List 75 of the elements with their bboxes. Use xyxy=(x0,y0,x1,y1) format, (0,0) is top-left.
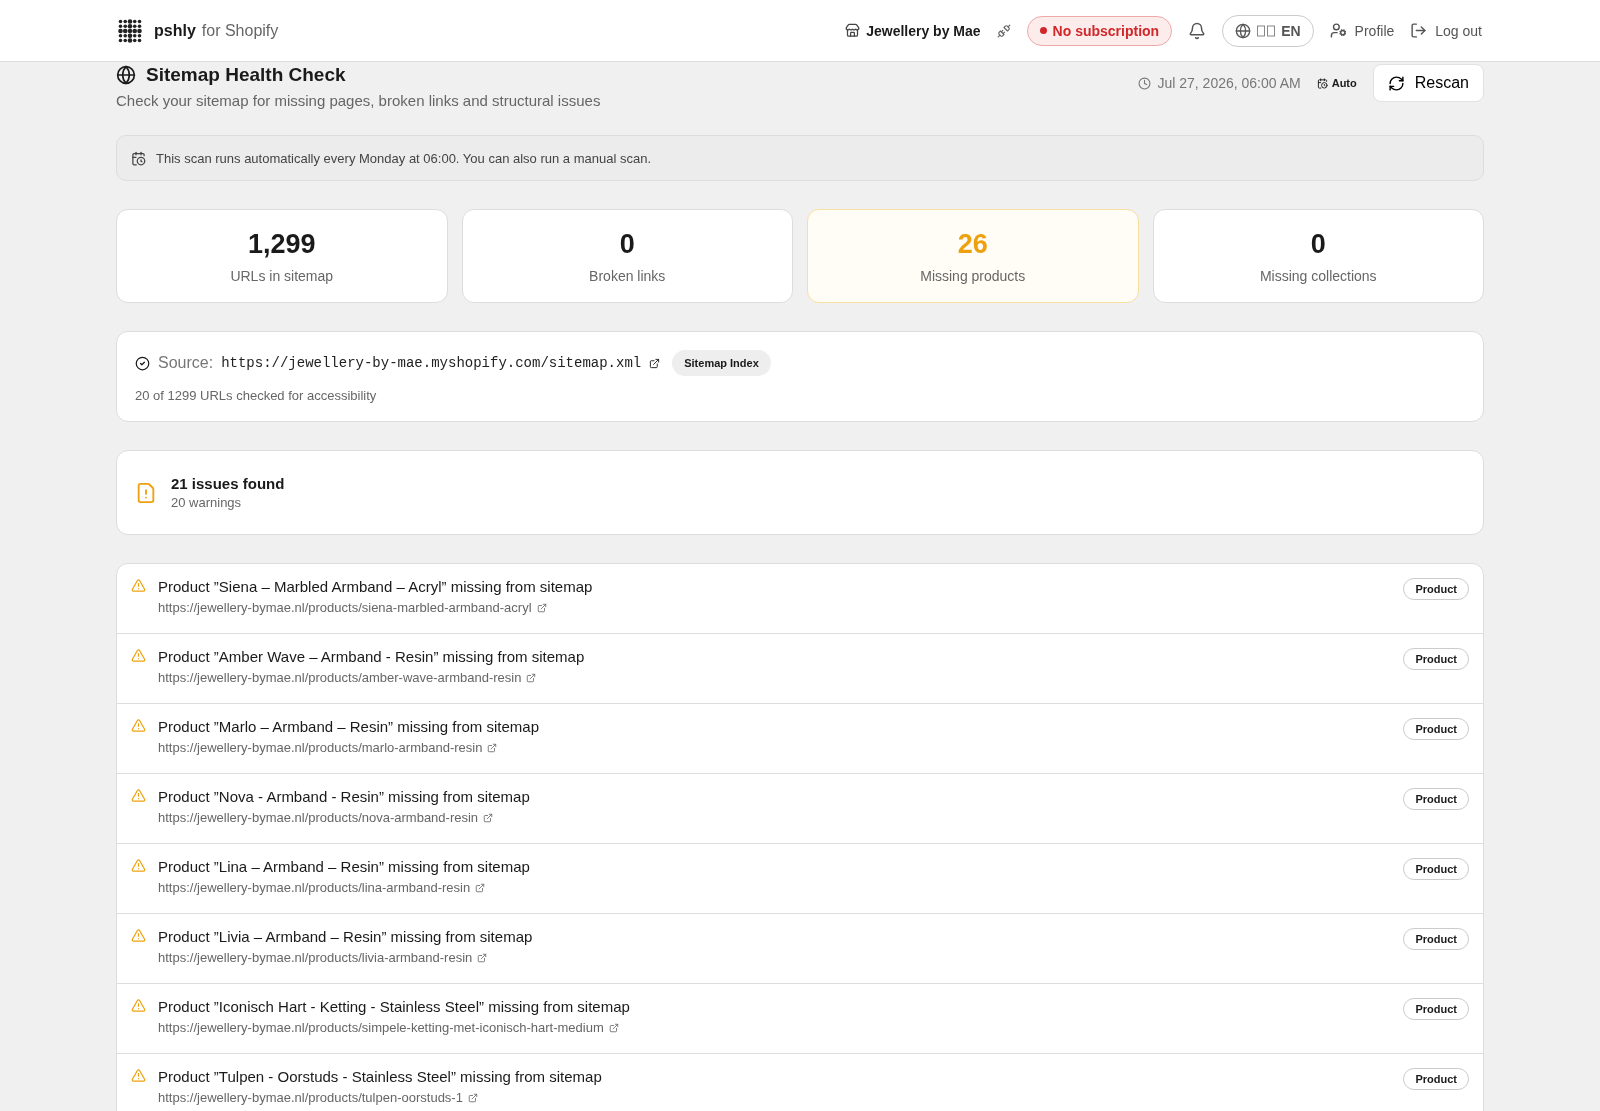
flag-placeholder-icon xyxy=(1257,24,1276,37)
user-gear-icon xyxy=(1329,22,1347,39)
product-url-link[interactable]: https://jewellery-bymae.nl/products/lina-armband-resin xyxy=(158,880,1392,895)
external-link-icon xyxy=(536,602,547,613)
rescan-button[interactable]: Rescan xyxy=(1372,64,1484,102)
stat-value: 0 xyxy=(1310,228,1326,260)
globe-icon xyxy=(116,65,136,85)
schedule-info-text: This scan runs automatically every Monday at 06:00. You can also run a manual scan. xyxy=(156,150,651,166)
warning-icon xyxy=(131,1068,146,1083)
warning-icon xyxy=(131,648,146,663)
language-button[interactable]: EN xyxy=(1222,14,1314,47)
stat-value: 0 xyxy=(619,228,635,260)
stat-label: URLs in sitemap xyxy=(230,267,334,284)
store-name: Jewellery by Mae xyxy=(866,22,981,39)
source-label: Source: xyxy=(158,354,214,372)
product-url-link[interactable]: https://jewellery-bymae.nl/products/marlo-armband-resin xyxy=(158,740,1392,755)
notification-bell-icon[interactable] xyxy=(1188,21,1207,40)
product-url-link[interactable]: https://jewellery-bymae.nl/products/tulpen-oorstuds-1 xyxy=(158,1090,1392,1105)
subscription-badge: No subscription xyxy=(1026,15,1173,46)
profile-link[interactable]: Profile xyxy=(1329,22,1395,39)
warning-icon xyxy=(131,788,146,803)
issue-title: Product ”Lina – Armband – Resin” missing from sitemap xyxy=(158,858,531,875)
plug-icon[interactable] xyxy=(996,23,1011,38)
issues-count: 21 issues found xyxy=(171,475,285,492)
store-icon xyxy=(845,23,861,38)
page-description: Check your sitemap for missing pages, broken links and structural issues xyxy=(116,92,601,109)
product-url-link[interactable]: https://jewellery-bymae.nl/products/simpele-ketting-met-iconisch-hart-medium xyxy=(158,1020,1392,1035)
external-link-icon xyxy=(608,1022,619,1033)
globe-icon xyxy=(1235,22,1252,39)
stat-value: 1,299 xyxy=(247,228,316,260)
external-link-icon xyxy=(477,952,488,963)
sitemap-url-link[interactable]: https://jewellery-by-mae.myshopify.com/sitemap.xml xyxy=(221,355,642,371)
issue-title: Product ”Livia – Armband – Resin” missing from sitemap xyxy=(158,928,534,945)
product-url-link[interactable]: https://jewellery-bymae.nl/products/amber-wave-armband-resin xyxy=(158,670,1392,685)
product-url-link[interactable]: https://jewellery-bymae.nl/products/nova-armband-resin xyxy=(158,810,1392,825)
brand-suffix: for Shopify xyxy=(201,21,279,40)
stat-value: 26 xyxy=(957,228,988,260)
last-scan-time: Jul 27, 2026, 06:00 AM xyxy=(1138,75,1301,91)
calendar-clock-icon xyxy=(1316,77,1328,89)
warning-icon xyxy=(131,928,146,943)
issue-title: Product ”Tulpen - Oorstuds - Stainless Steel” missing from sitemap xyxy=(158,1068,603,1085)
product-url-link[interactable]: https://jewellery-bymae.nl/products/livia-armband-resin xyxy=(158,950,1392,965)
issue-title: Product ”Marlo – Armband – Resin” missing from sitemap xyxy=(158,718,540,735)
issue-title: Product ”Amber Wave – Armband - Resin” missing from sitemap xyxy=(158,648,586,665)
refresh-icon xyxy=(1387,74,1405,92)
page-title: Sitemap Health Check xyxy=(146,64,346,86)
logout-link[interactable]: Log out xyxy=(1410,22,1482,39)
external-link-icon xyxy=(467,1092,478,1103)
product-url-link[interactable]: https://jewellery-bymae.nl/products/siena-marbled-armband-acryl xyxy=(158,600,1392,615)
external-link-icon xyxy=(483,812,494,823)
logout-icon xyxy=(1410,22,1428,39)
stat-label: Missing products xyxy=(920,267,1026,284)
issue-title: Product ”Iconisch Hart - Ketting - Stainless Steel” missing from sitemap xyxy=(158,998,631,1015)
issue-title: Product ”Nova - Armband - Resin” missing from sitemap xyxy=(158,788,531,805)
external-link-icon xyxy=(487,742,498,753)
logo-icon xyxy=(118,18,142,43)
external-link-icon xyxy=(475,882,486,893)
warning-icon xyxy=(131,578,146,593)
brand-name: pshly xyxy=(154,21,196,40)
external-link-icon xyxy=(526,672,537,683)
warning-icon xyxy=(131,718,146,733)
schedule-mode-label: Auto xyxy=(1316,77,1357,89)
warnings-count: 20 warnings xyxy=(171,495,243,510)
stat-label: Missing collections xyxy=(1259,267,1377,284)
calendar-clock-icon xyxy=(131,150,146,166)
warning-icon xyxy=(131,858,146,873)
clock-icon xyxy=(1138,76,1152,90)
sitemap-type-badge: Sitemap Index xyxy=(672,350,771,376)
warning-icon xyxy=(131,998,146,1013)
stat-label: Broken links xyxy=(589,267,666,284)
checked-note: 20 of 1299 URLs checked for accessibility xyxy=(135,388,378,403)
external-link-icon[interactable] xyxy=(649,357,661,369)
check-circle-icon xyxy=(135,355,150,371)
file-warning-icon xyxy=(135,481,157,504)
issue-title: Product ”Siena – Marbled Armband – Acryl” missing from sitemap xyxy=(158,578,594,595)
